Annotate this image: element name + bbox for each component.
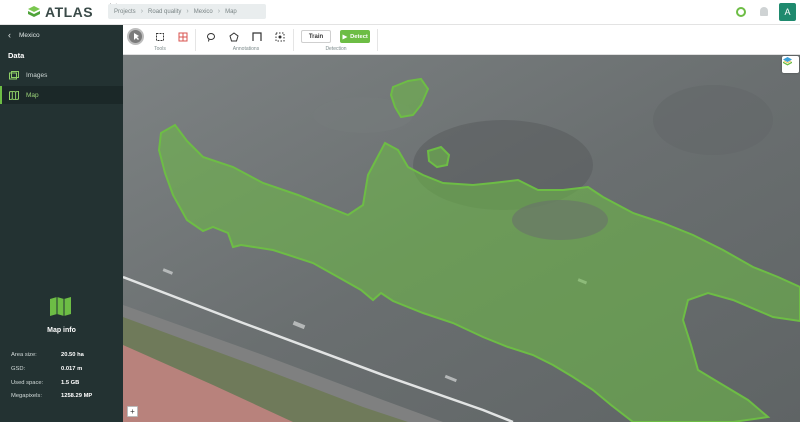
rectangle-icon: [252, 32, 262, 41]
user-avatar[interactable]: A: [779, 3, 796, 21]
cursor-icon: [134, 33, 139, 40]
atlas-logo-icon: [28, 6, 40, 17]
section-title: Data: [8, 51, 25, 60]
top-bar: ATLAS beta Projects › Road quality › Mex…: [0, 0, 800, 25]
detect-button[interactable]: Detect: [340, 30, 370, 43]
info-row-megapixels: Megapixels: 1258.29 MP: [11, 393, 93, 399]
toolbar-divider: [195, 29, 196, 51]
chevron-right-icon: ›: [186, 8, 189, 15]
grid-icon: [178, 32, 188, 42]
orthophoto-layer: [123, 55, 800, 422]
map-icon: [9, 90, 19, 100]
atlas-logo[interactable]: ATLAS beta: [27, 3, 120, 20]
play-icon: [342, 34, 348, 39]
map-canvas[interactable]: +: [123, 55, 800, 422]
toolbar: Tools Annotations Train Detect Detection: [123, 25, 800, 55]
magic-select-tool-button[interactable]: [273, 30, 287, 44]
layers-button[interactable]: [782, 56, 799, 73]
lasso-icon: [207, 33, 215, 42]
sidebar-item-images[interactable]: Images: [0, 66, 123, 84]
magic-select-icon: [275, 32, 285, 42]
toolbar-divider: [293, 29, 294, 51]
help-circle-icon[interactable]: [736, 7, 746, 17]
map-info-title: Map info: [47, 327, 76, 334]
grid-tool-button[interactable]: [176, 30, 190, 44]
bell-icon[interactable]: [760, 7, 768, 16]
sidebar-item-label: Map: [26, 91, 39, 99]
bbox-tool-button[interactable]: [153, 30, 167, 44]
polygon-icon: [229, 32, 239, 42]
lasso-tool-button[interactable]: [204, 30, 218, 44]
info-row-area: Area size: 20.50 ha: [11, 352, 84, 358]
map-info-icon: [50, 297, 71, 316]
breadcrumb-current: Map: [225, 8, 237, 15]
polygon-tool-button[interactable]: [227, 30, 241, 44]
tools-group-label: Tools: [154, 46, 166, 52]
detection-group-label: Detection: [325, 46, 347, 52]
back-to-project[interactable]: ‹ Mexico: [8, 30, 40, 40]
sidebar-item-label: Images: [26, 71, 48, 79]
toolbar-divider: [377, 29, 378, 51]
zoom-in-button[interactable]: +: [127, 406, 138, 417]
layers-icon: [783, 57, 792, 66]
info-row-gsd: GSD: 0.017 m: [11, 366, 83, 372]
bounding-box-icon: [156, 33, 164, 41]
annotations-group-label: Annotations: [232, 46, 260, 52]
back-label: Mexico: [19, 31, 40, 39]
breadcrumb-projects[interactable]: Projects: [114, 9, 136, 15]
sidebar: ‹ Mexico Data Images Map Map info Area s…: [0, 25, 123, 422]
select-tool-button[interactable]: [127, 28, 144, 45]
rectangle-tool-button[interactable]: [250, 30, 264, 44]
images-icon: [9, 70, 19, 79]
breadcrumb-project[interactable]: Road quality: [148, 9, 181, 15]
chevron-right-icon: ›: [140, 8, 144, 15]
info-row-used-space: Used space: 1.5 GB: [11, 380, 80, 386]
chevron-right-icon: ›: [217, 8, 221, 15]
logo-text: ATLAS: [45, 4, 94, 20]
breadcrumb: Projects › Road quality › Mexico › Map: [108, 4, 266, 19]
chevron-left-icon: ‹: [8, 30, 11, 40]
detect-label: Detect: [350, 33, 368, 40]
train-button[interactable]: Train: [301, 30, 331, 43]
breadcrumb-dataset[interactable]: Mexico: [194, 9, 213, 15]
sidebar-item-map[interactable]: Map: [0, 86, 123, 104]
